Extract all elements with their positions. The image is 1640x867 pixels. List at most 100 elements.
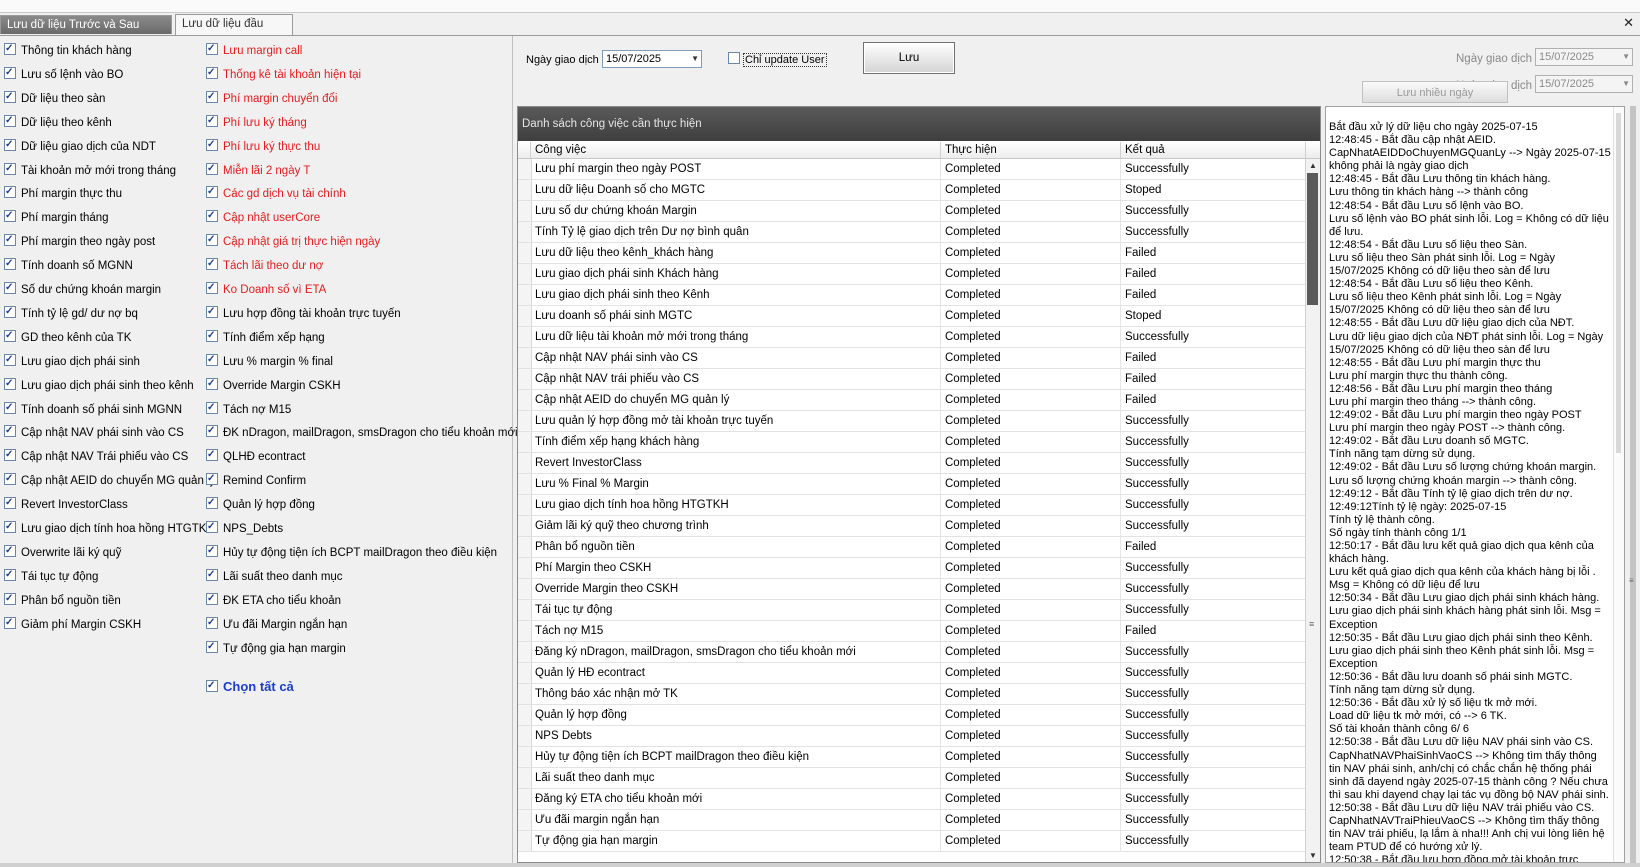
task-checkbox[interactable]: Miễn lãi 2 ngày T: [206, 160, 310, 180]
cell-status[interactable]: Completed: [941, 411, 1121, 431]
row-selector[interactable]: [518, 306, 532, 326]
cell-task[interactable]: Lãi suất theo danh mục: [531, 768, 941, 788]
checkbox-checked-icon[interactable]: [4, 88, 16, 106]
log-scroll-thumb[interactable]: [1616, 113, 1621, 453]
row-selector[interactable]: [518, 264, 532, 284]
cell-status[interactable]: Completed: [941, 474, 1121, 494]
cell-status[interactable]: Completed: [941, 558, 1121, 578]
trade-date-picker[interactable]: 15/07/2025 ▼: [602, 50, 702, 68]
row-selector[interactable]: [518, 369, 532, 389]
cell-status[interactable]: Completed: [941, 432, 1121, 452]
task-checkbox[interactable]: Dữ liệu theo kênh: [4, 112, 112, 132]
cell-result[interactable]: Successfully: [1121, 411, 1306, 431]
scroll-down-icon[interactable]: ▼: [1306, 849, 1320, 862]
cell-status[interactable]: Completed: [941, 390, 1121, 410]
row-selector[interactable]: [518, 684, 532, 704]
cell-status[interactable]: Completed: [941, 222, 1121, 242]
task-checkbox[interactable]: Phí margin thực thu: [4, 183, 122, 203]
cell-status[interactable]: Completed: [941, 642, 1121, 662]
task-checkbox[interactable]: ĐK nDragon, mailDragon, smsDragon cho ti…: [206, 422, 518, 442]
multi-date-to-picker[interactable]: 15/07/2025 ▼: [1535, 75, 1633, 93]
checkbox-checked-icon[interactable]: [4, 136, 16, 154]
chevron-down-icon[interactable]: ▼: [1622, 76, 1630, 92]
checkbox-checked-icon[interactable]: [4, 422, 16, 440]
row-selector[interactable]: [518, 453, 532, 473]
table-row[interactable]: Lưu doanh số phái sinh MGTC Completed Stop…: [518, 306, 1306, 327]
task-checkbox[interactable]: Cập nhật giá trị thực hiện ngày: [206, 231, 380, 251]
cell-task[interactable]: Lưu dữ liệu Doanh số cho MGTC: [531, 180, 941, 200]
checkbox-checked-icon[interactable]: [4, 518, 16, 536]
cell-status[interactable]: Completed: [941, 264, 1121, 284]
chevron-down-icon[interactable]: ▼: [1622, 49, 1630, 65]
outer-scrollbar[interactable]: ≡: [1628, 106, 1639, 866]
task-checkbox[interactable]: Hủy tự động tiện ích BCPT mailDragon the…: [206, 542, 497, 562]
cell-result[interactable]: Successfully: [1121, 558, 1306, 578]
table-row[interactable]: Lưu phí margin theo ngày POST Completed Su…: [518, 159, 1306, 180]
row-selector[interactable]: [518, 180, 532, 200]
row-selector[interactable]: [518, 705, 532, 725]
checkbox-checked-icon[interactable]: [206, 112, 218, 130]
table-row[interactable]: Revert InvestorClass Completed Successfull…: [518, 453, 1306, 474]
task-checkbox[interactable]: Ưu đãi Margin ngắn hạn: [206, 614, 347, 634]
cell-task[interactable]: Hủy tự động tiện ích BCPT mailDragon the…: [531, 747, 941, 767]
table-row[interactable]: Override Margin theo CSKH Completed Succes…: [518, 579, 1306, 600]
cell-status[interactable]: Completed: [941, 201, 1121, 221]
cell-result[interactable]: Failed: [1121, 285, 1306, 305]
table-row[interactable]: Lãi suất theo danh mục Completed Successfu…: [518, 768, 1306, 789]
table-row[interactable]: Lưu % Final % Margin Completed Successfull…: [518, 474, 1306, 495]
cell-result[interactable]: Successfully: [1121, 789, 1306, 809]
cell-result[interactable]: Stoped: [1121, 180, 1306, 200]
checkbox-checked-icon[interactable]: [4, 160, 16, 178]
cell-task[interactable]: Giảm lãi ký quỹ theo chương trình: [531, 516, 941, 536]
task-checkbox[interactable]: Phí margin tháng: [4, 207, 109, 227]
task-checkbox[interactable]: Phí lưu ký thực thu: [206, 136, 320, 156]
save-multiple-days-button[interactable]: Lưu nhiều ngày: [1362, 81, 1508, 103]
cell-result[interactable]: Successfully: [1121, 495, 1306, 515]
checkbox-checked-icon[interactable]: [4, 446, 16, 464]
checkbox-checked-icon[interactable]: [206, 614, 218, 632]
scroll-thumb[interactable]: [1307, 173, 1318, 305]
cell-task[interactable]: Lưu phí margin theo ngày POST: [531, 159, 941, 179]
table-row[interactable]: Đăng ký ETA cho tiểu khoản mới Completed S…: [518, 789, 1306, 810]
cell-task[interactable]: Lưu số dư chứng khoán Margin: [531, 201, 941, 221]
cell-status[interactable]: Completed: [941, 537, 1121, 557]
checkbox-checked-icon[interactable]: [4, 566, 16, 584]
checkbox-checked-icon[interactable]: [206, 446, 218, 464]
checkbox-checked-icon[interactable]: [206, 183, 218, 201]
checkbox-checked-icon[interactable]: [206, 231, 218, 249]
task-checkbox[interactable]: Lãi suất theo danh mục: [206, 566, 343, 586]
tab-start-of-day[interactable]: Lưu dữ liệu đầu ngày: [175, 14, 293, 49]
row-selector[interactable]: [518, 747, 532, 767]
row-selector[interactable]: [518, 348, 532, 368]
task-checkbox[interactable]: Tái tục tự động: [4, 566, 98, 586]
cell-task[interactable]: Quản lý hợp đồng: [531, 705, 941, 725]
cell-result[interactable]: Successfully: [1121, 726, 1306, 746]
cell-result[interactable]: Successfully: [1121, 432, 1306, 452]
cell-result[interactable]: Successfully: [1121, 516, 1306, 536]
task-checkbox[interactable]: Phí margin theo ngày post: [4, 231, 155, 251]
task-checkbox[interactable]: Dữ liệu theo sàn: [4, 88, 105, 108]
task-checkbox[interactable]: Tự động gia hạn margin: [206, 638, 346, 658]
checkbox-checked-icon[interactable]: [4, 303, 16, 321]
cell-task[interactable]: Tính Tỷ lệ giao dịch trên Dư nợ bình quâ…: [531, 222, 941, 242]
row-selector[interactable]: [518, 432, 532, 452]
row-selector[interactable]: [518, 327, 532, 347]
close-icon[interactable]: ✕: [1623, 15, 1634, 31]
table-row[interactable]: Giảm lãi ký quỹ theo chương trình Complet…: [518, 516, 1306, 537]
row-selector[interactable]: [518, 831, 532, 851]
checkbox-checked-icon[interactable]: [4, 327, 16, 345]
table-row[interactable]: Phân bổ nguồn tiền Completed Failed: [518, 537, 1306, 558]
table-row[interactable]: Cập nhật AEID do chuyển MG quản lý Comple…: [518, 390, 1306, 411]
task-checkbox[interactable]: Ko Doanh số vì ETA: [206, 279, 326, 299]
table-row[interactable]: Lưu dữ liệu Doanh số cho MGTC Completed St…: [518, 180, 1306, 201]
table-row[interactable]: Lưu giao dịch phái sinh Khách hàng Comple…: [518, 264, 1306, 285]
row-selector[interactable]: [518, 600, 532, 620]
cell-status[interactable]: Completed: [941, 306, 1121, 326]
job-grid-scrollbar[interactable]: ▲ ≡ ▼: [1305, 159, 1320, 862]
cell-task[interactable]: Lưu dữ liệu tài khoản mở mới trong tháng: [531, 327, 941, 347]
cell-result[interactable]: Failed: [1121, 390, 1306, 410]
task-checkbox[interactable]: Tách lãi theo dư nợ: [206, 255, 323, 275]
cell-status[interactable]: Completed: [941, 789, 1121, 809]
row-selector[interactable]: [518, 621, 532, 641]
table-row[interactable]: Lưu giao dịch tính hoa hồng HTGTKH Comple…: [518, 495, 1306, 516]
